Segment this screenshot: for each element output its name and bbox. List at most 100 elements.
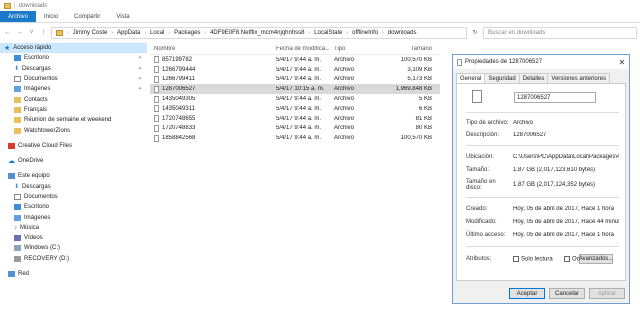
file-row[interactable]: 1435049305 5/4/17 9:44 a. m. Archivo 5 K… xyxy=(150,94,440,104)
sidebar-item-descargas[interactable]: ⬇ Descargas ✦ xyxy=(0,64,147,74)
sidebar-item-pc-videos[interactable]: Vídeos xyxy=(0,233,147,243)
sidebar-item-pc-documentos[interactable]: Documentos xyxy=(0,192,147,202)
size-on-disk-value: 1.87 GB (2,017,124,352 bytes) xyxy=(513,182,596,188)
address-bar[interactable]: › Jimmy Coste › AppData › Local › Packag… xyxy=(51,26,467,39)
videos-icon xyxy=(14,235,21,242)
column-header-date[interactable]: Fecha de modifica... xyxy=(276,46,334,52)
breadcrumb-offlineinfo[interactable]: offlineInfo xyxy=(352,30,378,36)
file-type: Archivo xyxy=(334,76,355,83)
breadcrumb-appdata[interactable]: AppData xyxy=(117,30,140,36)
tab-detalles[interactable]: Detalles xyxy=(518,73,549,83)
description-value: 1287006527 xyxy=(513,132,547,138)
breadcrumb-localstate[interactable]: LocalState xyxy=(314,30,342,36)
network-icon xyxy=(8,271,15,278)
forward-arrow-icon[interactable]: → xyxy=(15,29,24,36)
folder-icon xyxy=(56,29,63,36)
file-icon xyxy=(154,75,159,83)
search-input[interactable]: Buscar en downloads xyxy=(483,26,637,39)
file-name-field[interactable]: 1287006527 xyxy=(514,92,596,103)
tab-archivo[interactable]: Archivo xyxy=(0,11,37,22)
sidebar-item-label: Acceso rápido xyxy=(13,45,52,52)
file-name: 1287006527 xyxy=(162,86,196,93)
title-separator: | xyxy=(14,2,16,9)
tab-compartir[interactable]: Compartir xyxy=(66,11,108,22)
sidebar-item-this-pc[interactable]: Este equipo xyxy=(0,171,147,181)
file-size: 80 KB xyxy=(415,125,432,132)
chevron-right-icon: › xyxy=(144,29,147,36)
sidebar-item-pc-imagenes[interactable]: Imágenes xyxy=(0,212,147,222)
created-value: Hoy, 05 de abril de 2017, Hace 1 hora xyxy=(513,206,614,212)
column-header-size[interactable]: Tamaño xyxy=(392,46,432,52)
column-header-type[interactable]: Tipo xyxy=(334,46,392,52)
sidebar-item-escritorio[interactable]: Escritorio ✦ xyxy=(0,53,147,63)
sidebar-item-label: Red xyxy=(18,271,30,278)
modified-value: Hoy, 05 de abril de 2017, Hace 44 minuto… xyxy=(513,219,619,225)
sidebar-item-imagenes[interactable]: Imágenes ✦ xyxy=(0,84,147,94)
chevron-right-icon: › xyxy=(382,29,384,36)
file-row[interactable]: 1720748833 5/4/17 9:44 a. m. Archivo 80 … xyxy=(150,124,440,134)
apply-button[interactable]: Aplicar xyxy=(589,288,625,299)
file-row[interactable]: 1435049311 5/4/17 9:44 a. m. Archivo 6 K… xyxy=(150,104,440,114)
tab-versiones[interactable]: Versiones anteriores xyxy=(547,73,611,83)
tab-general[interactable]: General xyxy=(456,73,486,83)
file-row[interactable]: 1266799411 5/4/17 9:44 a. m. Archivo 5,1… xyxy=(150,75,440,85)
sidebar-item-pc-escritorio[interactable]: Escritorio xyxy=(0,202,147,212)
up-arrow-icon[interactable]: ↑ xyxy=(39,29,48,36)
breadcrumb-local[interactable]: Local xyxy=(150,30,164,36)
tab-seguridad[interactable]: Seguridad xyxy=(484,73,520,83)
tab-inicio[interactable]: Inicio xyxy=(36,11,66,22)
folder-icon xyxy=(14,106,21,113)
sidebar-item-pc-descargas[interactable]: ⬇ Descargas xyxy=(0,182,147,192)
breadcrumb-netflix[interactable]: 4DF9E0F8.Netflix_mcm4njqhnhss8 xyxy=(210,30,304,36)
breadcrumb-downloads[interactable]: downloads xyxy=(388,30,417,36)
sidebar-item-pc-musica[interactable]: ♪ Música xyxy=(0,223,147,233)
refresh-icon[interactable]: ↻ xyxy=(470,29,480,36)
music-icon: ♪ xyxy=(14,224,17,231)
file-icon xyxy=(472,90,482,103)
file-row-selected[interactable]: 1287006527 5/4/17 10:15 a. m. Archivo 1,… xyxy=(150,84,440,95)
sidebar-item-label: Windows (C:) xyxy=(24,245,61,252)
readonly-label: Solo lectura xyxy=(521,256,553,263)
readonly-checkbox[interactable] xyxy=(513,256,519,262)
file-row[interactable]: 1858842568 5/4/17 9:44 a. m. Archivo 100… xyxy=(150,133,440,143)
hidden-checkbox[interactable] xyxy=(564,256,571,262)
close-icon[interactable]: ✕ xyxy=(615,58,629,67)
address-row: ← → ˅ ↑ › Jimmy Coste › AppData › Local … xyxy=(0,24,640,41)
column-header-name[interactable]: Nombre xyxy=(150,46,276,52)
sidebar-item-label: Creative Cloud Files xyxy=(18,142,73,149)
sidebar-item-contacts[interactable]: Contacts xyxy=(0,94,147,104)
computer-icon xyxy=(8,173,15,180)
star-icon: ★ xyxy=(4,45,11,53)
file-icon xyxy=(154,95,159,103)
sidebar-item-documentos[interactable]: Documentos ✦ xyxy=(0,74,147,84)
file-row[interactable]: 857199782 5/4/17 9:44 a. m. Archivo 100,… xyxy=(150,55,440,65)
drive-icon xyxy=(14,255,21,262)
breadcrumb-user[interactable]: Jimmy Coste xyxy=(73,30,108,36)
sidebar-item-francais[interactable]: Français xyxy=(0,105,147,115)
file-row[interactable]: 1266799444 5/4/17 9:44 a. m. Archivo 3,1… xyxy=(150,65,440,75)
sidebar-item-creative-cloud[interactable]: Creative Cloud Files xyxy=(0,141,147,151)
pin-icon: ✦ xyxy=(137,76,142,83)
tab-vista[interactable]: Vista xyxy=(108,11,137,22)
sidebar-item-onedrive[interactable]: ☁ OneDrive xyxy=(0,156,147,166)
sidebar-item-label: Descargas xyxy=(22,183,51,190)
sidebar-item-pc-windows-c[interactable]: Windows (C:) xyxy=(0,243,147,253)
file-row[interactable]: 1720748655 5/4/17 9:44 a. m. Archivo 81 … xyxy=(150,114,440,124)
file-date: 5/4/17 9:44 a. m. xyxy=(276,66,322,73)
cancel-button[interactable]: Cancelar xyxy=(549,288,585,299)
ok-button[interactable]: Aceptar xyxy=(509,288,545,299)
breadcrumb-packages[interactable]: Packages xyxy=(174,30,200,36)
navigation-pane: ★ Acceso rápido Escritorio ✦ ⬇ Descargas… xyxy=(0,43,147,310)
ribbon: Archivo Inicio Compartir Vista xyxy=(0,11,640,23)
recent-locations-icon[interactable]: ˅ xyxy=(27,29,36,36)
advanced-button[interactable]: Avanzados... xyxy=(579,254,613,264)
chevron-right-icon: › xyxy=(346,29,349,36)
sidebar-item-red[interactable]: Red xyxy=(0,269,147,279)
sidebar-item-reunion[interactable]: Réunion de semaine et weekend xyxy=(0,115,147,125)
sidebar-item-quick-access[interactable]: ★ Acceso rápido xyxy=(0,43,147,54)
sidebar-item-pc-recovery-d[interactable]: RECOVERY (D:) xyxy=(0,254,147,264)
file-date: 5/4/17 9:44 a. m. xyxy=(276,135,322,142)
title-bar: | downloads xyxy=(0,0,640,11)
sidebar-item-watchtowerzions[interactable]: WatchtowerZions xyxy=(0,125,147,135)
back-arrow-icon[interactable]: ← xyxy=(3,29,12,36)
